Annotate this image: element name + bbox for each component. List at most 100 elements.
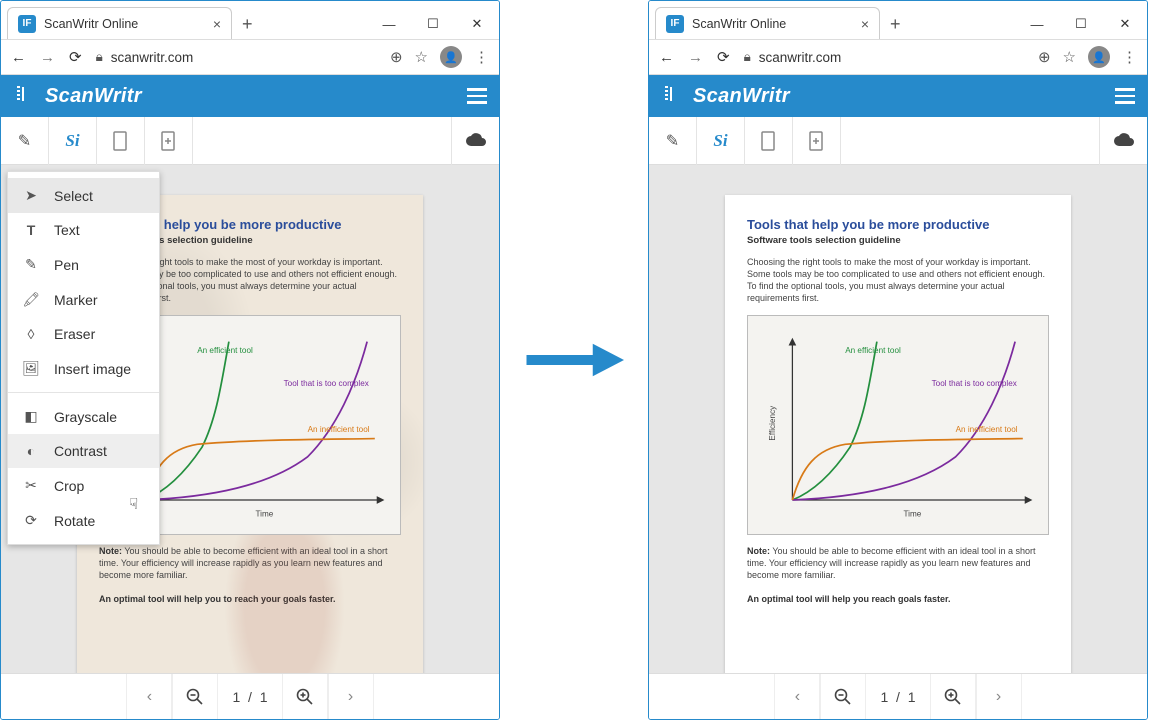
hamburger-menu-icon[interactable] [467, 88, 487, 104]
menu-item-pen[interactable]: ✎Pen [8, 247, 159, 282]
label-complex: Tool that is too complex [284, 378, 369, 387]
image-icon: 🖼︎ [22, 360, 40, 377]
menu-item-eraser[interactable]: ◊Eraser [8, 317, 159, 351]
reload-button[interactable]: ⟳ [69, 48, 82, 66]
add-page-tool-button[interactable] [145, 117, 193, 165]
cursor-icon: ➤ [22, 187, 40, 204]
back-button[interactable]: ← [11, 49, 26, 66]
prev-page-button[interactable]: ‹ [774, 674, 820, 720]
forward-button[interactable]: → [688, 49, 703, 66]
zoom-add-icon[interactable]: ⊕ [1038, 48, 1051, 66]
menu-label: Eraser [54, 326, 95, 342]
new-tab-button[interactable]: + [880, 10, 911, 39]
address-bar: ← → ⟳ 🔒︎ scanwritr.com ⊕ ☆ 👤 ⋮ [1, 39, 499, 75]
doc-optimal: An optimal tool will help you reach goal… [747, 593, 1049, 605]
edit-tool-button[interactable]: ✎ [1, 117, 49, 165]
url-field[interactable]: 🔒︎ scanwritr.com [96, 49, 376, 65]
series-efficient: An efficient tool [792, 341, 901, 499]
document-page-clean: Tools that help you be more productive S… [725, 195, 1071, 673]
close-button[interactable]: ✕ [455, 9, 499, 39]
favicon-icon: IF [18, 15, 36, 33]
series-efficient: An efficient tool [144, 341, 253, 499]
tab-close-icon[interactable]: × [213, 16, 221, 32]
pen-icon: ✎ [22, 256, 40, 273]
edit-tool-button[interactable]: ✎ [649, 117, 697, 165]
back-button[interactable]: ← [659, 49, 674, 66]
document-stage[interactable]: Tools that help you be more productive S… [649, 165, 1147, 673]
zoom-out-button[interactable] [172, 674, 218, 720]
kebab-menu-icon[interactable]: ⋮ [474, 48, 489, 66]
menu-item-marker[interactable]: 🖍︎Marker [8, 282, 159, 317]
favicon-icon: IF [666, 15, 684, 33]
app-header: ScanWritr [1, 75, 499, 117]
url-field[interactable]: 🔒︎ scanwritr.com [744, 49, 1024, 65]
doc-optimal: An optimal tool will help you to reach y… [99, 593, 401, 605]
x-axis-label: Time [255, 509, 273, 518]
lock-icon: 🔒︎ [96, 49, 103, 65]
menu-label: Grayscale [54, 409, 117, 425]
maximize-button[interactable]: ☐ [411, 9, 455, 39]
star-icon[interactable]: ☆ [1063, 48, 1076, 66]
profile-avatar[interactable]: 👤 [1088, 46, 1110, 68]
app-name: ScanWritr [693, 85, 790, 108]
maximize-button[interactable]: ☐ [1059, 9, 1103, 39]
new-tab-button[interactable]: + [232, 10, 263, 39]
menu-separator [8, 392, 159, 393]
app-logo-icon [661, 83, 683, 110]
comparison-arrow-icon [524, 340, 624, 380]
prev-page-button[interactable]: ‹ [126, 674, 172, 720]
reload-button[interactable]: ⟳ [717, 48, 730, 66]
window-before: IF ScanWritr Online × + — ☐ ✕ ← → ⟳ 🔒︎ s… [0, 0, 500, 720]
doc-subtitle: Software tools selection guideline [747, 235, 1049, 246]
page-tool-button[interactable] [745, 117, 793, 165]
tab-close-icon[interactable]: × [861, 16, 869, 32]
zoom-in-button[interactable] [930, 674, 976, 720]
menu-item-select[interactable]: ➤ Select [8, 178, 159, 213]
hamburger-menu-icon[interactable] [1115, 88, 1135, 104]
minimize-button[interactable]: — [367, 9, 411, 39]
chart-container: Efficiency Time An efficient tool Tool t… [747, 315, 1049, 535]
window-controls: — ☐ ✕ [1015, 9, 1147, 39]
page-tool-button[interactable] [97, 117, 145, 165]
tool-dropdown-menu: ➤ Select TText ✎Pen 🖍︎Marker ◊Eraser 🖼︎In… [7, 171, 160, 545]
signature-tool-button[interactable]: Si [697, 117, 745, 165]
label-efficient: An efficient tool [197, 346, 253, 355]
next-page-button[interactable]: › [328, 674, 374, 720]
url-text: scanwritr.com [759, 50, 842, 65]
address-bar: ← → ⟳ 🔒︎ scanwritr.com ⊕ ☆ 👤 ⋮ [649, 39, 1147, 75]
pager-bar: ‹ 1 / 1 › [1, 673, 499, 719]
add-page-tool-button[interactable] [793, 117, 841, 165]
cloud-button[interactable] [1099, 117, 1147, 165]
menu-label: Crop [54, 478, 84, 494]
window-controls: — ☐ ✕ [367, 9, 499, 39]
cloud-button[interactable] [451, 117, 499, 165]
toolbar: ✎ Si [1, 117, 499, 165]
zoom-in-button[interactable] [282, 674, 328, 720]
menu-label: Rotate [54, 513, 95, 529]
menu-item-text[interactable]: TText [8, 213, 159, 247]
menu-item-contrast[interactable]: ◐Contrast [8, 434, 159, 468]
close-button[interactable]: ✕ [1103, 9, 1147, 39]
window-titlebar: IF ScanWritr Online × + — ☐ ✕ [649, 1, 1147, 39]
page-number: 1 / 1 [866, 689, 929, 705]
zoom-out-button[interactable] [820, 674, 866, 720]
menu-item-insert-image[interactable]: 🖼︎Insert image [8, 351, 159, 386]
profile-avatar[interactable]: 👤 [440, 46, 462, 68]
minimize-button[interactable]: — [1015, 9, 1059, 39]
doc-note: Note: You should be able to become effic… [747, 545, 1049, 581]
browser-tab[interactable]: IF ScanWritr Online × [655, 7, 880, 39]
zoom-add-icon[interactable]: ⊕ [390, 48, 403, 66]
rotate-icon: ⟳ [22, 512, 40, 529]
menu-label: Select [54, 188, 93, 204]
star-icon[interactable]: ☆ [415, 48, 428, 66]
menu-item-grayscale[interactable]: ◧Grayscale [8, 399, 159, 434]
url-text: scanwritr.com [111, 50, 194, 65]
forward-button[interactable]: → [40, 49, 55, 66]
app-header: ScanWritr [649, 75, 1147, 117]
lock-icon: 🔒︎ [744, 49, 751, 65]
signature-tool-button[interactable]: Si [49, 117, 97, 165]
browser-tab[interactable]: IF ScanWritr Online × [7, 7, 232, 39]
kebab-menu-icon[interactable]: ⋮ [1122, 48, 1137, 66]
next-page-button[interactable]: › [976, 674, 1022, 720]
label-inefficient: An inefficient tool [956, 424, 1018, 433]
